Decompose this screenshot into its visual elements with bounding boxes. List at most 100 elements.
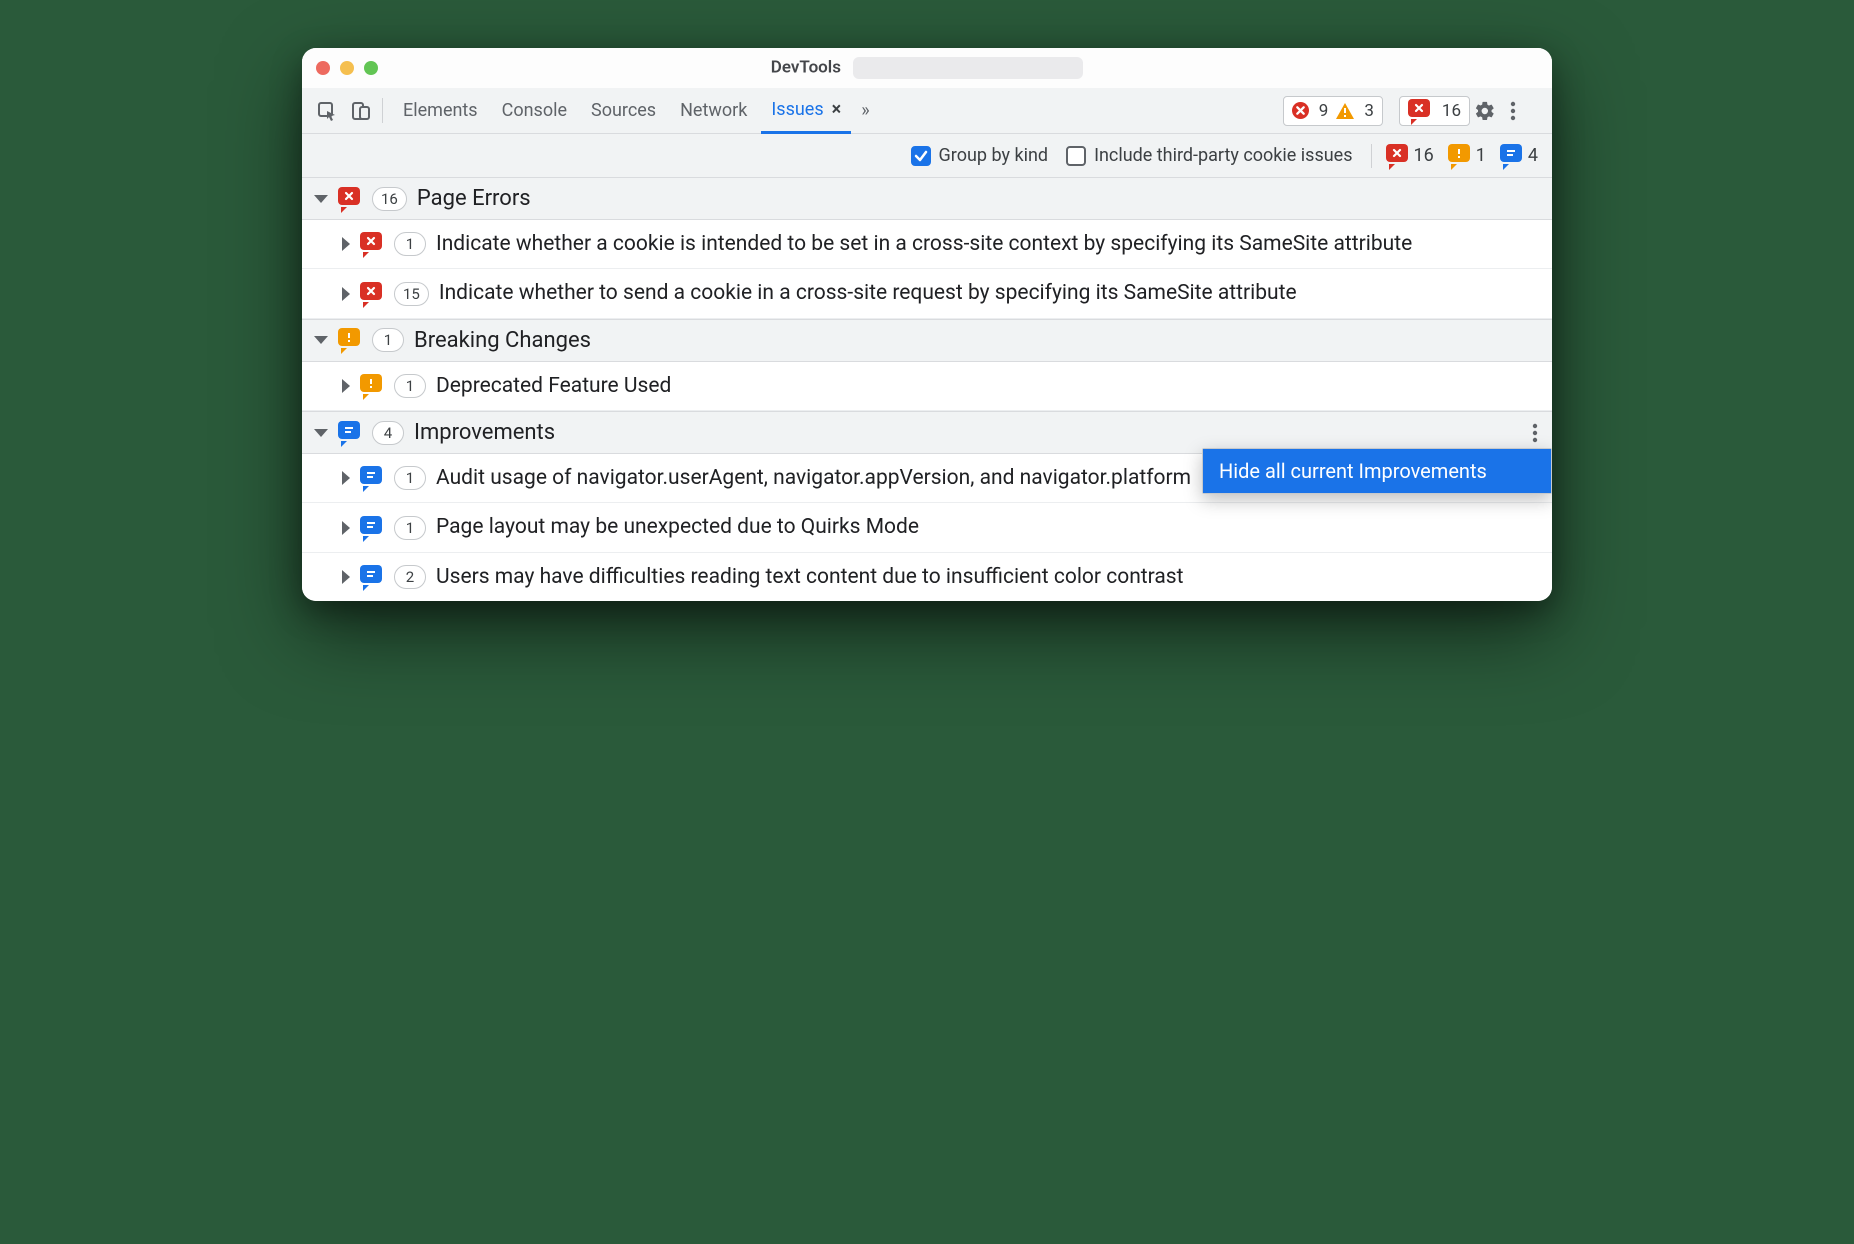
issue-count: 1	[394, 466, 426, 490]
inspect-element-icon[interactable]	[312, 96, 342, 126]
issue-label: Indicate whether a cookie is intended to…	[436, 230, 1540, 258]
summary-errors-count: 16	[1414, 145, 1434, 166]
issue-item[interactable]: 1 Page layout may be unexpected due to Q…	[302, 503, 1552, 552]
disclosure-triangle-icon[interactable]	[342, 287, 350, 301]
issues-list: 16 Page Errors 1 Indicate whether a cook…	[302, 178, 1552, 601]
issue-item[interactable]: 1 Deprecated Feature Used	[302, 362, 1552, 411]
checkbox-label: Include third-party cookie issues	[1094, 145, 1352, 166]
info-bubble-icon	[360, 565, 384, 589]
disclosure-triangle-icon[interactable]	[342, 379, 350, 393]
tab-sources[interactable]: Sources	[581, 88, 666, 133]
disclosure-triangle-icon[interactable]	[314, 195, 328, 203]
summary-errors[interactable]: 16	[1386, 144, 1434, 168]
traffic-lights	[316, 61, 378, 75]
summary-info-count: 4	[1528, 145, 1538, 166]
issue-label: Page layout may be unexpected due to Qui…	[436, 513, 1540, 541]
info-bubble-icon	[1500, 144, 1524, 168]
zoom-window-button[interactable]	[364, 61, 378, 75]
warning-count: 3	[1364, 101, 1374, 121]
issue-item[interactable]: 2 Users may have difficulties reading te…	[302, 553, 1552, 601]
warning-bubble-icon	[338, 328, 362, 352]
summary-info[interactable]: 4	[1500, 144, 1538, 168]
main-menu-button[interactable]	[1510, 101, 1542, 121]
error-bubble-icon	[360, 282, 384, 306]
more-tabs-button[interactable]: »	[855, 88, 875, 133]
disclosure-triangle-icon[interactable]	[342, 521, 350, 535]
summary-warnings-count: 1	[1476, 145, 1486, 166]
minimize-window-button[interactable]	[340, 61, 354, 75]
warning-bubble-icon	[1448, 144, 1472, 168]
group-count: 16	[372, 187, 407, 211]
tab-label: Elements	[403, 100, 478, 121]
checkbox-label: Group by kind	[939, 145, 1049, 166]
disclosure-triangle-icon[interactable]	[314, 336, 328, 344]
disclosure-triangle-icon[interactable]	[342, 237, 350, 251]
error-bubble-icon	[338, 187, 362, 211]
issues-count-button[interactable]: 16	[1399, 96, 1470, 126]
device-toolbar-icon[interactable]	[346, 96, 376, 126]
tab-console[interactable]: Console	[492, 88, 577, 133]
divider	[382, 98, 383, 123]
error-bubble-icon	[1386, 144, 1410, 168]
error-count: 9	[1319, 101, 1329, 121]
group-breaking-changes-header[interactable]: 1 Breaking Changes	[302, 319, 1552, 362]
titlebar: DevTools	[302, 48, 1552, 88]
disclosure-triangle-icon[interactable]	[342, 471, 350, 485]
issue-item[interactable]: 15 Indicate whether to send a cookie in …	[302, 269, 1552, 318]
third-party-cookie-checkbox[interactable]: Include third-party cookie issues	[1066, 145, 1352, 166]
window-title-text: DevTools	[771, 57, 841, 77]
group-title: Page Errors	[417, 186, 531, 211]
window-title-url-placeholder	[853, 57, 1083, 79]
summary-warnings[interactable]: 1	[1448, 144, 1486, 168]
chevron-double-right-icon: »	[861, 100, 869, 121]
group-count: 1	[372, 328, 404, 352]
issue-item[interactable]: 1 Indicate whether a cookie is intended …	[302, 220, 1552, 269]
tab-network[interactable]: Network	[670, 88, 757, 133]
issue-count: 1	[394, 516, 426, 540]
panel-tabbar: Elements Console Sources Network Issues …	[302, 88, 1552, 134]
disclosure-triangle-icon[interactable]	[342, 570, 350, 584]
group-title: Breaking Changes	[414, 328, 591, 353]
tab-label: Console	[502, 100, 567, 121]
checkbox-icon	[1066, 146, 1086, 166]
issue-count: 1	[394, 232, 426, 256]
close-tab-icon[interactable]: ×	[832, 99, 842, 120]
tab-label: Issues	[771, 99, 823, 120]
issues-options-bar: Group by kind Include third-party cookie…	[302, 134, 1552, 178]
error-bubble-icon	[1408, 99, 1432, 123]
issue-label: Deprecated Feature Used	[436, 372, 1540, 400]
warning-badge-icon	[1336, 103, 1354, 119]
warning-bubble-icon	[360, 374, 384, 398]
window-title: DevTools	[302, 57, 1552, 79]
console-errors-warnings-button[interactable]: 9 3	[1283, 96, 1383, 126]
devtools-window: DevTools Elements Console Sources Networ…	[302, 48, 1552, 601]
info-bubble-icon	[338, 421, 362, 445]
issue-label: Users may have difficulties reading text…	[436, 563, 1540, 591]
group-page-errors-header[interactable]: 16 Page Errors	[302, 178, 1552, 220]
close-window-button[interactable]	[316, 61, 330, 75]
issue-count: 15	[394, 282, 429, 306]
menu-hide-all-improvements[interactable]: Hide all current Improvements	[1203, 449, 1551, 493]
error-badge-icon	[1292, 102, 1309, 119]
issues-count: 16	[1442, 101, 1461, 121]
group-by-kind-checkbox[interactable]: Group by kind	[911, 145, 1049, 166]
menu-item-label: Hide all current Improvements	[1219, 459, 1487, 483]
tab-label: Sources	[591, 100, 656, 121]
group-improvements-header[interactable]: 4 Improvements Hide all current Improvem…	[302, 411, 1552, 454]
issue-label: Indicate whether to send a cookie in a c…	[439, 279, 1540, 307]
issue-count: 2	[394, 565, 426, 589]
info-bubble-icon	[360, 516, 384, 540]
group-context-menu: Hide all current Improvements	[1202, 448, 1552, 494]
error-bubble-icon	[360, 232, 384, 256]
issues-summary: 16 1 4	[1371, 144, 1538, 168]
group-title: Improvements	[414, 420, 555, 445]
info-bubble-icon	[360, 466, 384, 490]
tab-label: Network	[680, 100, 747, 121]
checkbox-icon	[911, 146, 931, 166]
disclosure-triangle-icon[interactable]	[314, 429, 328, 437]
tab-issues[interactable]: Issues ×	[761, 89, 851, 134]
settings-button[interactable]	[1474, 100, 1506, 122]
tab-elements[interactable]: Elements	[393, 88, 488, 133]
group-menu-button[interactable]	[1532, 423, 1538, 443]
group-count: 4	[372, 421, 404, 445]
